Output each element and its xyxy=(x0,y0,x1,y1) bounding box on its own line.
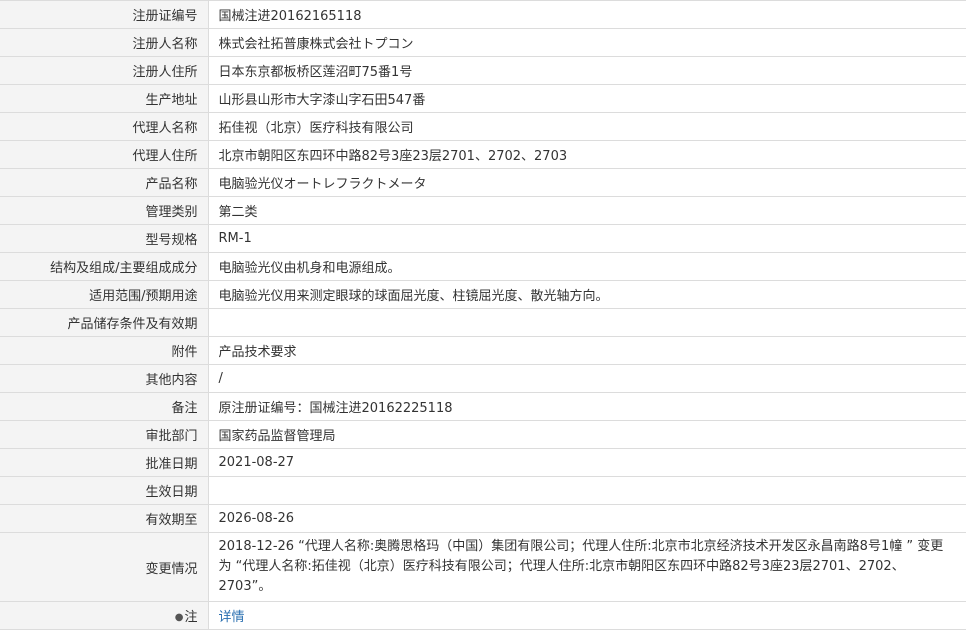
row-value: 株式会社拓普康株式会社トプコン xyxy=(208,28,966,57)
row-label: 批准日期 xyxy=(0,448,209,477)
row-value: 拓佳视（北京）医疗科技有限公司 xyxy=(208,112,966,141)
table-row: 型号规格 RM-1 xyxy=(0,224,966,253)
lightbulb-icon: ● xyxy=(174,612,184,623)
table-row: 代理人住所 北京市朝阳区东四环中路82号3座23层2701、2702、2703 xyxy=(0,140,966,169)
detail-rows: 注册证编号 国械注进20162165118 注册人名称 株式会社拓普康株式会社トプコン… xyxy=(0,0,966,602)
table-row: 其他内容 / xyxy=(0,364,966,393)
row-label: 代理人名称 xyxy=(0,112,209,141)
row-value xyxy=(208,308,966,337)
note-row: ●注 详情 xyxy=(0,601,966,630)
row-value: 2026-08-26 xyxy=(208,504,966,533)
row-label: 变更情况 xyxy=(0,532,209,602)
table-row: 有效期至 2026-08-26 xyxy=(0,504,966,533)
row-label: 备注 xyxy=(0,392,209,421)
table-row: 审批部门 国家药品监督管理局 xyxy=(0,420,966,449)
table-row: 代理人名称 拓佳视（北京）医疗科技有限公司 xyxy=(0,112,966,141)
row-value: 山形县山形市大字漆山字石田547番 xyxy=(208,84,966,113)
note-label-cell: ●注 xyxy=(0,601,209,630)
row-value: RM-1 xyxy=(208,224,966,253)
row-value xyxy=(208,476,966,505)
row-value: 日本东京都板桥区莲沼町75番1号 xyxy=(208,56,966,85)
row-label: 适用范围/预期用途 xyxy=(0,280,209,309)
registration-detail-table: 注册证编号 国械注进20162165118 注册人名称 株式会社拓普康株式会社トプコン… xyxy=(0,0,966,630)
row-label: 注册人名称 xyxy=(0,28,209,57)
table-row: 注册人住所 日本东京都板桥区莲沼町75番1号 xyxy=(0,56,966,85)
row-value: 国械注进20162165118 xyxy=(208,0,966,29)
row-label: 注册证编号 xyxy=(0,0,209,29)
note-value-cell: 详情 xyxy=(208,601,966,630)
table-row: 注册人名称 株式会社拓普康株式会社トプコン xyxy=(0,28,966,57)
table-row: 批准日期 2021-08-27 xyxy=(0,448,966,477)
row-value: / xyxy=(208,364,966,393)
row-label: 附件 xyxy=(0,336,209,365)
table-row: 附件 产品技术要求 xyxy=(0,336,966,365)
row-label: 生产地址 xyxy=(0,84,209,113)
row-value: 国家药品监督管理局 xyxy=(208,420,966,449)
row-value: 产品技术要求 xyxy=(208,336,966,365)
table-row: 备注 原注册证编号：国械注进20162225118 xyxy=(0,392,966,421)
row-label: 审批部门 xyxy=(0,420,209,449)
table-row: 生效日期 xyxy=(0,476,966,505)
table-row: 管理类别 第二类 xyxy=(0,196,966,225)
row-value: 电脑验光仪由机身和电源组成。 xyxy=(208,252,966,281)
row-label: 结构及组成/主要组成成分 xyxy=(0,252,209,281)
row-label: 管理类别 xyxy=(0,196,209,225)
row-value: 电脑验光仪オートレフラクトメータ xyxy=(208,168,966,197)
table-row: 变更情况 2018-12-26 “代理人名称:奥腾思格玛（中国）集团有限公司；代理… xyxy=(0,532,966,602)
row-label: 型号规格 xyxy=(0,224,209,253)
row-label: 注册人住所 xyxy=(0,56,209,85)
row-value: 原注册证编号：国械注进20162225118 xyxy=(208,392,966,421)
note-label: 注 xyxy=(184,610,198,625)
table-row: 适用范围/预期用途 电脑验光仪用来测定眼球的球面屈光度、柱镜屈光度、散光轴方向。 xyxy=(0,280,966,309)
table-row: 结构及组成/主要组成成分 电脑验光仪由机身和电源组成。 xyxy=(0,252,966,281)
details-link[interactable]: 详情 xyxy=(219,610,245,625)
row-value: 第二类 xyxy=(208,196,966,225)
table-row: 产品名称 电脑验光仪オートレフラクトメータ xyxy=(0,168,966,197)
row-label: 生效日期 xyxy=(0,476,209,505)
row-label: 产品储存条件及有效期 xyxy=(0,308,209,337)
row-value: 电脑验光仪用来测定眼球的球面屈光度、柱镜屈光度、散光轴方向。 xyxy=(208,280,966,309)
table-row: 注册证编号 国械注进20162165118 xyxy=(0,0,966,29)
table-row: 产品储存条件及有效期 xyxy=(0,308,966,337)
row-label: 产品名称 xyxy=(0,168,209,197)
row-value: 2018-12-26 “代理人名称:奥腾思格玛（中国）集团有限公司；代理人住所:… xyxy=(208,532,966,602)
table-row: 生产地址 山形县山形市大字漆山字石田547番 xyxy=(0,84,966,113)
row-label: 有效期至 xyxy=(0,504,209,533)
row-label: 其他内容 xyxy=(0,364,209,393)
row-value: 北京市朝阳区东四环中路82号3座23层2701、2702、2703 xyxy=(208,140,966,169)
row-label: 代理人住所 xyxy=(0,140,209,169)
row-value: 2021-08-27 xyxy=(208,448,966,477)
